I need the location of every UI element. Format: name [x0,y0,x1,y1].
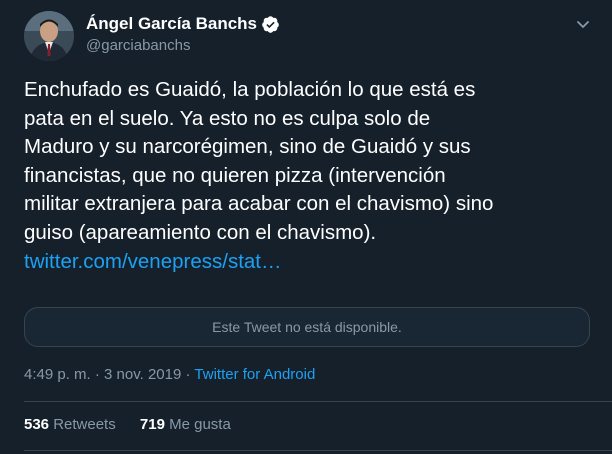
likes-label: Me gusta [164,416,231,433]
retweets-label: Retweets [49,416,116,433]
verified-badge-icon [261,15,280,34]
tweet-stats: 536 Retweets 719 Me gusta [24,416,231,433]
likes-count: 719 [139,416,165,433]
tweet-date[interactable]: 3 nov. 2019 [104,366,181,383]
tweet-text-line: guiso (apareamiento con el chavismo). [24,220,377,244]
tweet-time[interactable]: 4:49 p. m. [24,366,91,383]
quoted-tweet-unavailable-text: Este Tweet no está disponible. [212,319,402,335]
quoted-tweet-card: Este Tweet no está disponible. [24,307,590,347]
meta-separator: · [90,366,105,383]
tweet-meta: 4:49 p. m. · 3 nov. 2019 · Twitter for A… [24,366,315,383]
tweet-text-line: militar extranjera para acabar con el ch… [24,192,494,216]
retweets-count: 536 [24,416,50,433]
tweet-text-line: Maduro y su narcorégimen, sino de Guaidó… [24,135,471,159]
author-display-name[interactable]: Ángel García Banchs [86,14,280,34]
tweet-text: Enchufado es Guaidó, la población lo que… [24,76,594,276]
tweet-text-line: Enchufado es Guaidó, la población lo que… [24,78,476,101]
tweet-link[interactable]: twitter.com/venepress/stat… [24,250,281,273]
avatar[interactable] [24,11,74,61]
chevron-down-icon[interactable] [575,16,591,32]
likes-stat[interactable]: 719 Me gusta [140,416,231,433]
author-name-text: Ángel García Banchs [86,14,258,33]
tweet-text-line: financistas, que no quieren pizza (inter… [24,163,446,187]
avatar-image [24,11,74,61]
meta-separator: · [181,366,195,383]
tweet-text-line: pata en el suelo. Ya esto no es culpa so… [24,106,431,130]
divider [24,450,612,451]
retweets-stat[interactable]: 536 Retweets [24,416,116,433]
tweet-card: Ángel García Banchs @garciabanchs Enchuf… [0,0,612,454]
tweet-source-link[interactable]: Twitter for Android [194,366,315,383]
author-handle[interactable]: @garciabanchs [86,37,190,54]
divider [24,401,612,402]
